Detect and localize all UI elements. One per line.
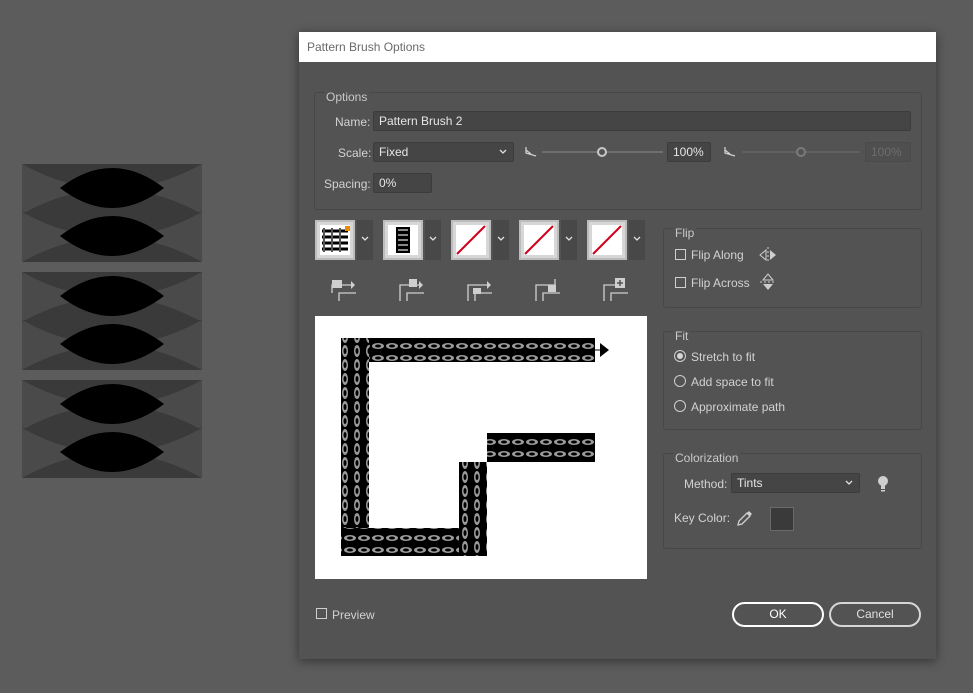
chevron-down-icon [633, 236, 641, 241]
pattern-tile-icon [388, 225, 418, 255]
colorization-group: Colorization [663, 451, 922, 549]
pressure-icon-2 [724, 147, 736, 157]
flip-across-checkbox[interactable] [675, 277, 686, 288]
outer-corner-tile-selector[interactable] [383, 220, 441, 260]
flip-along-icon [759, 247, 776, 263]
chevron-down-icon [845, 480, 853, 485]
outer-corner-tile-dropdown[interactable] [425, 220, 441, 260]
scale-mode-select[interactable]: Fixed [373, 142, 514, 162]
colorization-group-title: Colorization [673, 451, 741, 465]
add-space-to-fit-label[interactable]: Add space to fit [691, 375, 774, 389]
start-tile-swatch[interactable] [519, 220, 559, 260]
key-color-label: Key Color: [674, 511, 731, 525]
pattern-artwork [22, 164, 202, 478]
flip-group-title: Flip [673, 226, 697, 240]
scale-slider-thumb-2 [796, 147, 806, 157]
name-label: Name: [335, 115, 371, 129]
key-color-swatch[interactable] [770, 507, 794, 531]
none-icon [456, 225, 486, 255]
flip-across-icon [760, 273, 776, 290]
pressure-icon [525, 147, 537, 157]
scale-value-field[interactable]: 100% [667, 142, 711, 162]
spacing-label: Spacing: [324, 177, 371, 191]
options-group-title: Options [324, 90, 370, 104]
start-tile-selector[interactable] [519, 220, 577, 260]
inner-corner-tile-selector[interactable] [451, 220, 509, 260]
flip-along-label[interactable]: Flip Along [691, 248, 744, 262]
preview-checkbox[interactable] [316, 608, 327, 619]
end-tile-swatch[interactable] [587, 220, 627, 260]
preview-label[interactable]: Preview [332, 608, 375, 622]
chevron-down-icon [497, 236, 505, 241]
none-icon [592, 225, 622, 255]
flip-across-label[interactable]: Flip Across [691, 276, 750, 290]
chevron-down-icon [499, 149, 507, 154]
inner-corner-tile-swatch[interactable] [451, 220, 491, 260]
fit-group-title: Fit [673, 329, 691, 343]
stretch-to-fit-radio[interactable] [674, 350, 686, 362]
add-space-to-fit-radio[interactable] [674, 375, 686, 387]
end-tile-dropdown[interactable] [629, 220, 645, 260]
approximate-path-radio[interactable] [674, 400, 686, 412]
inner-corner-tile-type-icon [467, 281, 492, 301]
scale-value-field-2: 100% [865, 142, 911, 162]
cancel-button[interactable]: Cancel [829, 602, 921, 627]
outer-corner-tile-swatch[interactable] [383, 220, 423, 260]
approximate-path-label[interactable]: Approximate path [691, 400, 785, 414]
flip-along-checkbox[interactable] [675, 249, 686, 260]
name-field[interactable]: Pattern Brush 2 [373, 111, 911, 131]
stretch-to-fit-label[interactable]: Stretch to fit [691, 350, 755, 364]
chevron-down-icon [565, 236, 573, 241]
side-tile-dropdown[interactable] [357, 220, 373, 260]
chevron-down-icon [429, 236, 437, 241]
end-tile-selector[interactable] [587, 220, 645, 260]
none-icon [524, 225, 554, 255]
end-tile-type-icon [603, 278, 628, 301]
scale-mode-value: Fixed [379, 145, 409, 159]
flip-group: Flip [663, 226, 922, 308]
pattern-brush-options-dialog: Pattern Brush Options Options Name: Patt… [299, 32, 936, 659]
chevron-down-icon [361, 236, 369, 241]
dialog-title[interactable]: Pattern Brush Options [299, 32, 936, 62]
ok-button[interactable]: OK [732, 602, 824, 627]
spacing-field[interactable]: 0% [373, 173, 432, 193]
method-value: Tints [737, 476, 763, 490]
side-tile-type-icon [331, 280, 356, 301]
outer-corner-tile-type-icon [399, 279, 424, 301]
method-label: Method: [684, 477, 728, 491]
side-tile-swatch[interactable] [315, 220, 355, 260]
method-select[interactable]: Tints [731, 473, 860, 493]
side-tile-selector[interactable] [315, 220, 373, 260]
inner-corner-tile-dropdown[interactable] [493, 220, 509, 260]
scale-label: Scale: [338, 146, 372, 160]
scale-slider-thumb[interactable] [597, 147, 607, 157]
start-tile-type-icon [535, 279, 560, 301]
pattern-tile-icon [320, 225, 350, 255]
brush-preview [315, 316, 647, 579]
start-tile-dropdown[interactable] [561, 220, 577, 260]
eyedropper-icon[interactable] [736, 509, 754, 527]
tips-bulb-icon[interactable] [876, 475, 890, 493]
